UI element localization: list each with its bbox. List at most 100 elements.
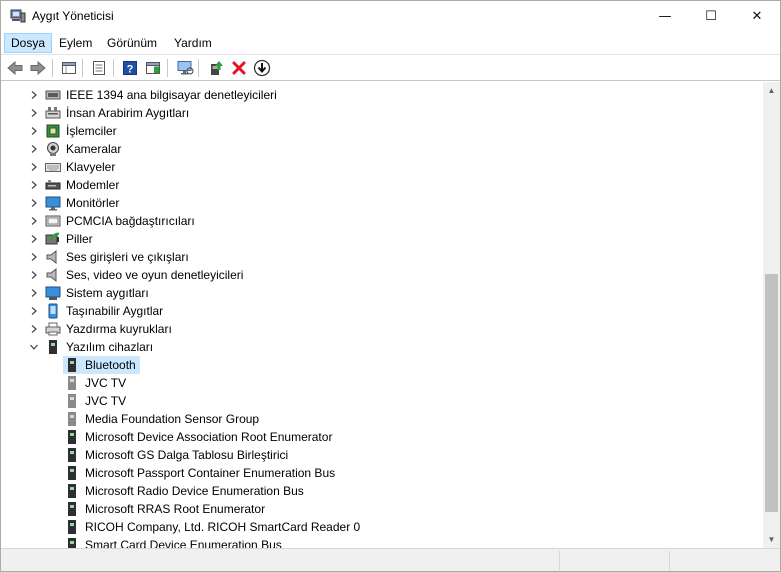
software-device-icon (68, 448, 76, 462)
tree-device-label: Media Foundation Sensor Group (85, 412, 260, 426)
back-icon[interactable] (5, 58, 25, 78)
tree-category-klavyeler[interactable]: Klavyeler (1, 158, 763, 176)
chevron-right-icon[interactable] (28, 178, 40, 192)
uninstall-device-icon[interactable] (229, 58, 249, 78)
tree-device-microsoft-gs-dalga-tablosu-birlestirici[interactable]: Microsoft GS Dalga Tablosu Birleştirici (1, 446, 763, 464)
tree-category-pcmcia-bagdast-r-c-lar[interactable]: PCMCIA bağdaştırıcıları (1, 212, 763, 230)
tree-device-smart-card-device-enumeration-bus[interactable]: Smart Card Device Enumeration Bus (1, 536, 763, 548)
tree-category-label: Modemler (66, 178, 120, 192)
maximize-button[interactable]: ☐ (688, 1, 734, 32)
scroll-down-arrow-icon[interactable]: ▼ (763, 531, 780, 548)
chevron-right-icon[interactable] (28, 196, 40, 210)
chevron-right-icon[interactable] (28, 124, 40, 138)
vertical-scrollbar[interactable]: ▲ ▼ (763, 82, 780, 548)
chevron-right-icon[interactable] (28, 88, 40, 102)
svg-text:?: ? (127, 64, 134, 76)
minimize-icon: — (658, 9, 672, 24)
tree-device-jvc-tv[interactable]: JVC TV (1, 392, 763, 410)
tree-device-microsoft-radio-device-enumeration-bus[interactable]: Microsoft Radio Device Enumeration Bus (1, 482, 763, 500)
menu-yard-m[interactable]: Yardım (168, 33, 218, 53)
tree-device-label: Microsoft Radio Device Enumeration Bus (85, 484, 304, 498)
tree-device-label: Microsoft GS Dalga Tablosu Birleştirici (85, 448, 289, 462)
toolbar-separator (167, 59, 168, 77)
chevron-right-icon[interactable] (28, 142, 40, 156)
tree-category-label: IEEE 1394 ana bilgisayar denetleyicileri (66, 88, 277, 102)
tree-category-piller[interactable]: Piller (1, 230, 763, 248)
scroll-thumb[interactable] (765, 274, 778, 512)
device-tree[interactable]: IEEE 1394 ana bilgisayar denetleyicileri… (1, 82, 763, 548)
menu-dosya[interactable]: Dosya (4, 33, 53, 53)
download-icon[interactable] (252, 58, 272, 78)
software-device-icon (68, 484, 76, 498)
tree-category-label: Ses girişleri ve çıkışları (66, 250, 189, 264)
tree-category-label: Sistem aygıtları (66, 286, 149, 300)
chevron-right-icon[interactable] (28, 304, 40, 318)
software-device-icon (68, 520, 76, 534)
tree-category-yazd-rma-kuyruklar[interactable]: Yazdırma kuyrukları (1, 320, 763, 338)
tree-category-monitorler[interactable]: Monitörler (1, 194, 763, 212)
chevron-right-icon[interactable] (28, 160, 40, 174)
tree-category-label: Piller (66, 232, 93, 246)
chevron-right-icon[interactable] (28, 250, 40, 264)
toolbar-separator (113, 59, 114, 77)
action-pane-icon[interactable] (143, 58, 163, 78)
tree-device-jvc-tv[interactable]: JVC TV (1, 374, 763, 392)
chevron-right-icon[interactable] (28, 232, 40, 246)
minimize-button[interactable]: — (642, 1, 688, 32)
chevron-right-icon[interactable] (28, 214, 40, 228)
toolbar: ? (1, 54, 780, 81)
tree-category-label: Yazdırma kuyrukları (66, 322, 172, 336)
title-bar[interactable]: Aygıt Yöneticisi — ☐ ✕ (1, 1, 780, 32)
tree-device-microsoft-device-association-root-enumerator[interactable]: Microsoft Device Association Root Enumer… (1, 428, 763, 446)
menu-g-r-n-m[interactable]: Görünüm (101, 33, 163, 53)
tree-category-islemciler[interactable]: İşlemciler (1, 122, 763, 140)
status-pane-divider (559, 551, 560, 570)
software-device-icon (49, 340, 57, 354)
chevron-right-icon[interactable] (28, 106, 40, 120)
update-driver-icon[interactable] (206, 58, 226, 78)
tree-category-ieee-1394-ana-bilgisayar-denetleyicileri[interactable]: IEEE 1394 ana bilgisayar denetleyicileri (1, 86, 763, 104)
software-device-icon (68, 358, 76, 372)
tree-category-label: İnsan Arabirim Aygıtları (66, 106, 190, 120)
chevron-down-icon[interactable] (28, 340, 40, 354)
window-title: Aygıt Yöneticisi (32, 9, 114, 23)
tree-category-ses-girisleri-ve-c-k-slar[interactable]: Ses girişleri ve çıkışları (1, 248, 763, 266)
tree-device-ricoh-company-ltd-ricoh-smartcard-reader-0[interactable]: RICOH Company, Ltd. RICOH SmartCard Read… (1, 518, 763, 536)
tree-category-ses-video-ve-oyun-denetleyicileri[interactable]: Ses, video ve oyun denetleyicileri (1, 266, 763, 284)
scroll-up-arrow-icon[interactable]: ▲ (763, 82, 780, 99)
toolbar-separator (82, 59, 83, 77)
tree-category-sistem-ayg-tlar[interactable]: Sistem aygıtları (1, 284, 763, 302)
chevron-right-icon[interactable] (28, 268, 40, 282)
tree-category-kameralar[interactable]: Kameralar (1, 140, 763, 158)
properties-window-icon[interactable] (59, 58, 79, 78)
tree-device-label: JVC TV (85, 394, 127, 408)
chevron-right-icon[interactable] (28, 322, 40, 336)
hid-icon (45, 107, 61, 119)
status-pane-divider (669, 551, 670, 570)
chevron-right-icon[interactable] (28, 286, 40, 300)
tree-device-microsoft-rras-root-enumerator[interactable]: Microsoft RRAS Root Enumerator (1, 500, 763, 518)
speaker-icon (46, 249, 57, 265)
close-button[interactable]: ✕ (734, 1, 780, 32)
modem-icon (45, 180, 61, 190)
tree-device-microsoft-passport-container-enumeration-bus[interactable]: Microsoft Passport Container Enumeration… (1, 464, 763, 482)
forward-icon[interactable] (28, 58, 48, 78)
properties-sheet-icon[interactable] (89, 58, 109, 78)
help-icon[interactable]: ? (120, 58, 140, 78)
tree-device-label: RICOH Company, Ltd. RICOH SmartCard Read… (85, 520, 361, 534)
tree-category-yaz-l-m-cihazlar[interactable]: Yazılım cihazları (1, 338, 763, 356)
scan-hardware-icon[interactable] (175, 58, 195, 78)
tree-category-modemler[interactable]: Modemler (1, 176, 763, 194)
tree-category-label: Ses, video ve oyun denetleyicileri (66, 268, 244, 282)
menu-eylem[interactable]: Eylem (53, 33, 98, 53)
tree-category-insan-arabirim-ayg-tlar[interactable]: İnsan Arabirim Aygıtları (1, 104, 763, 122)
software-device-icon (68, 466, 76, 480)
tree-device-bluetooth[interactable]: Bluetooth (1, 356, 763, 374)
toolbar-separator (198, 59, 199, 77)
device-manager-app-icon (10, 9, 26, 23)
tree-device-label: Microsoft Device Association Root Enumer… (85, 430, 333, 444)
tree-category-tas-nabilir-ayg-tlar[interactable]: Taşınabilir Aygıtlar (1, 302, 763, 320)
system-device-icon (45, 286, 61, 300)
tree-device-label: Microsoft RRAS Root Enumerator (85, 502, 266, 516)
tree-device-media-foundation-sensor-group[interactable]: Media Foundation Sensor Group (1, 410, 763, 428)
